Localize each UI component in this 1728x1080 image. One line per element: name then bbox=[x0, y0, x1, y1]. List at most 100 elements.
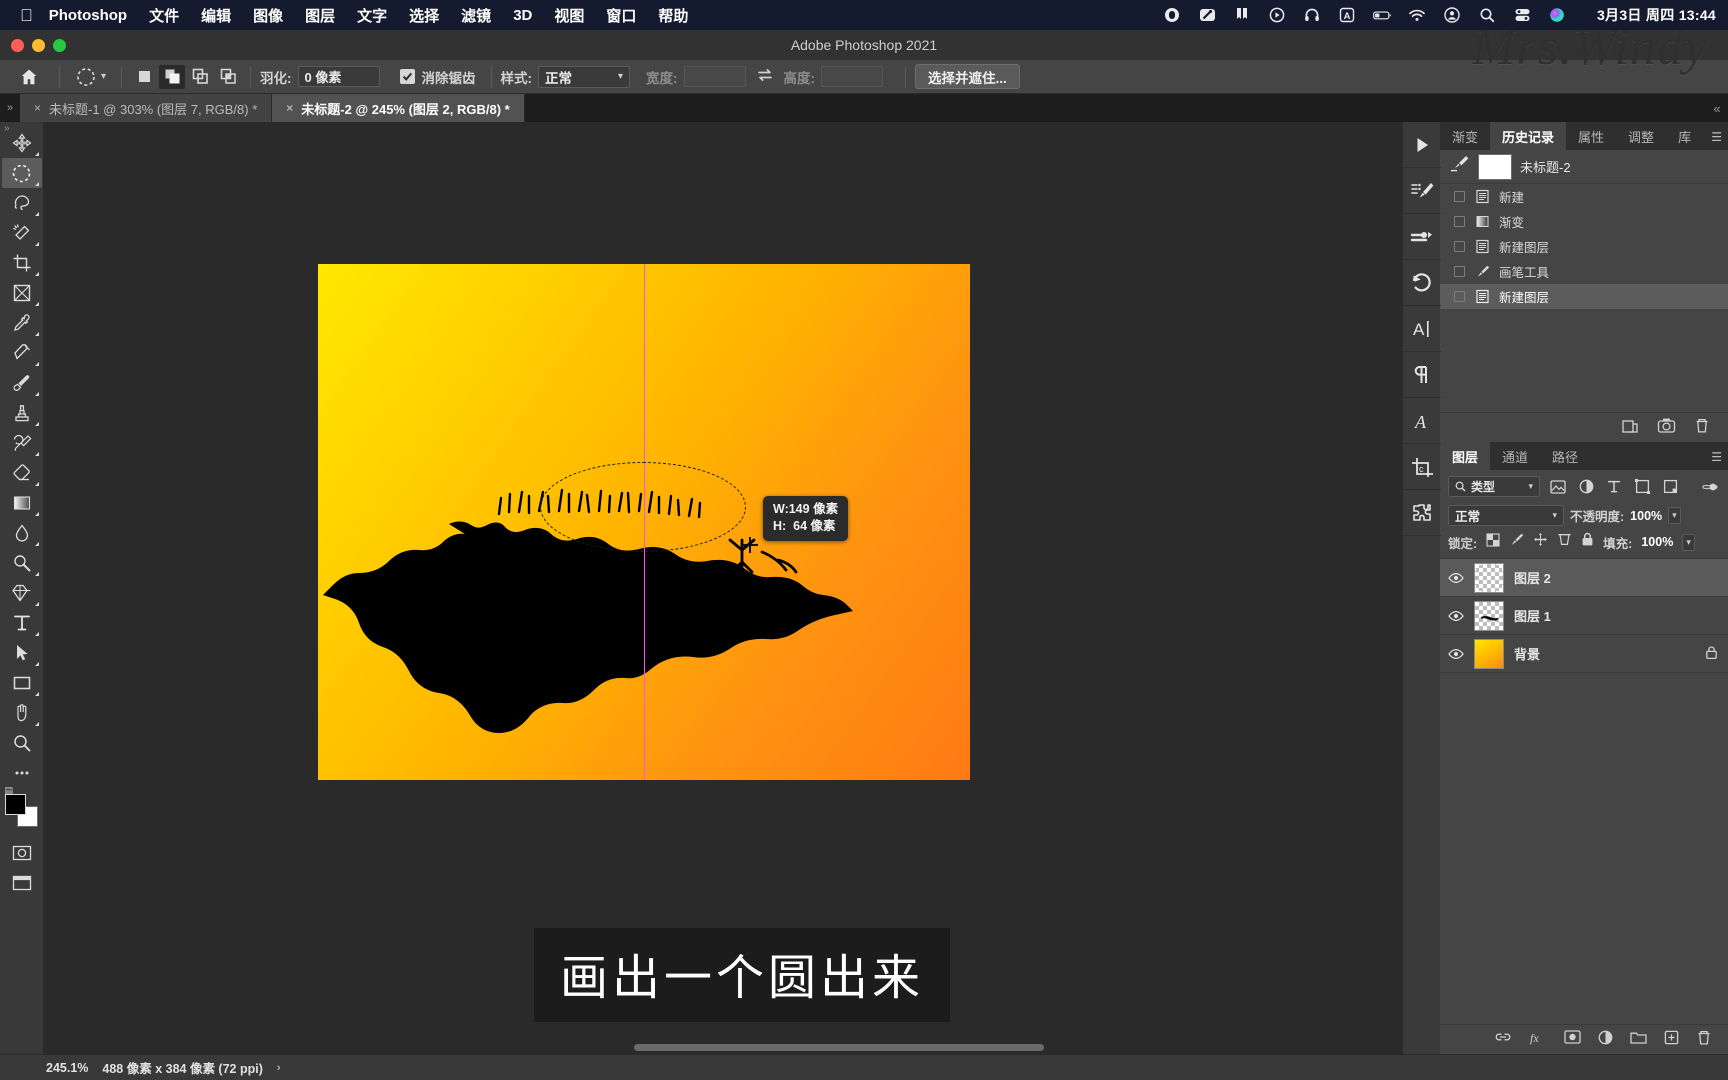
new-group-icon[interactable] bbox=[1630, 1030, 1647, 1049]
menu-item-layer[interactable]: 图层 bbox=[305, 5, 335, 26]
menu-item-type[interactable]: 文字 bbox=[357, 5, 387, 26]
menu-item-filter[interactable]: 滤镜 bbox=[461, 5, 491, 26]
history-state-row[interactable]: 画笔工具 bbox=[1440, 259, 1728, 284]
filter-smart-object-icon[interactable] bbox=[1660, 477, 1680, 497]
zoom-tool-icon[interactable] bbox=[2, 728, 42, 758]
puzzle-icon[interactable] bbox=[1402, 490, 1441, 536]
panel-tab-libraries[interactable]: 库 bbox=[1666, 122, 1704, 150]
opacity-stepper[interactable]: ▾ bbox=[1668, 507, 1681, 524]
link-layers-icon[interactable] bbox=[1494, 1030, 1512, 1049]
quick-selection-tool-icon[interactable] bbox=[2, 218, 42, 248]
menu-item-help[interactable]: 帮助 bbox=[658, 5, 688, 26]
filter-image-icon[interactable] bbox=[1548, 477, 1568, 497]
menu-item-file[interactable]: 文件 bbox=[149, 5, 179, 26]
elliptical-selection-marquee[interactable] bbox=[540, 462, 746, 552]
user-icon[interactable] bbox=[1443, 6, 1462, 25]
wifi-icon[interactable] bbox=[1408, 6, 1427, 25]
elliptical-marquee-tool-icon[interactable] bbox=[1, 158, 42, 188]
layer-thumbnail[interactable] bbox=[1474, 562, 1504, 593]
menu-item-view[interactable]: 视图 bbox=[554, 5, 584, 26]
history-brush-source-icon[interactable] bbox=[1450, 155, 1470, 178]
adjustment-layer-icon[interactable] bbox=[1598, 1030, 1613, 1050]
lock-all-icon[interactable] bbox=[1581, 532, 1594, 552]
filter-adjustment-icon[interactable] bbox=[1576, 477, 1596, 497]
filter-shape-icon[interactable] bbox=[1632, 477, 1652, 497]
height-input[interactable] bbox=[821, 66, 884, 87]
create-document-from-state-icon[interactable] bbox=[1621, 417, 1639, 439]
quick-mask-icon[interactable] bbox=[2, 838, 42, 868]
panel-tab-properties[interactable]: 属性 bbox=[1566, 122, 1617, 150]
status-expand-chevron-icon[interactable]: › bbox=[277, 1062, 281, 1074]
maximize-window-button[interactable] bbox=[53, 38, 66, 52]
panel-tab-history[interactable]: 历史记录 bbox=[1490, 122, 1567, 150]
history-snapshot-row[interactable]: 未标题-2 bbox=[1440, 150, 1728, 184]
menu-item-image[interactable]: 图像 bbox=[253, 5, 283, 26]
history-state-checkbox[interactable] bbox=[1454, 191, 1465, 202]
type-tool-icon[interactable] bbox=[2, 608, 42, 638]
record-icon[interactable] bbox=[1163, 6, 1182, 25]
delete-layer-icon[interactable] bbox=[1696, 1029, 1712, 1050]
foreground-color-swatch[interactable] bbox=[4, 794, 26, 815]
history-state-row[interactable]: 新建 bbox=[1440, 184, 1728, 209]
layer-thumbnail[interactable] bbox=[1474, 638, 1504, 669]
pen-tool-icon[interactable] bbox=[2, 578, 42, 608]
filter-type-icon[interactable] bbox=[1604, 477, 1624, 497]
hand-tool-icon[interactable] bbox=[2, 698, 42, 728]
history-state-row[interactable]: 渐变 bbox=[1440, 209, 1728, 234]
menu-item-window[interactable]: 窗口 bbox=[606, 5, 636, 26]
lock-transparency-icon[interactable] bbox=[1486, 532, 1500, 552]
search-icon[interactable] bbox=[1478, 6, 1497, 25]
layer-name[interactable]: 图层 1 bbox=[1514, 606, 1718, 625]
player-icon[interactable] bbox=[1268, 6, 1287, 25]
frame-tool-icon[interactable] bbox=[2, 278, 42, 308]
history-state-row[interactable]: 新建图层 bbox=[1440, 234, 1728, 259]
swap-icon[interactable] bbox=[756, 67, 774, 86]
canvas-workspace[interactable]: W:149 像素 H: 64 像素 画出一个圆出来 bbox=[44, 122, 1440, 1054]
antialias-checkbox[interactable] bbox=[399, 69, 415, 84]
filter-toggle-icon[interactable] bbox=[1700, 477, 1720, 497]
layer-visibility-eye-icon[interactable] bbox=[1448, 610, 1464, 622]
blur-tool-icon[interactable] bbox=[2, 518, 42, 548]
layer-name[interactable]: 图层 2 bbox=[1514, 568, 1718, 587]
play-actions-icon[interactable] bbox=[1402, 122, 1441, 168]
menu-item-3d[interactable]: 3D bbox=[513, 7, 532, 24]
layer-row-layer-2[interactable]: 图层 2 bbox=[1440, 559, 1728, 597]
history-state-checkbox[interactable] bbox=[1454, 216, 1465, 227]
paragraph-icon[interactable] bbox=[1402, 352, 1441, 398]
close-icon[interactable]: × bbox=[34, 101, 41, 115]
spot-healing-brush-tool-icon[interactable] bbox=[2, 338, 42, 368]
lock-position-icon[interactable] bbox=[1533, 532, 1548, 552]
layer-style-icon[interactable]: fx bbox=[1529, 1030, 1547, 1050]
history-state-checkbox[interactable] bbox=[1454, 266, 1465, 277]
home-icon[interactable] bbox=[8, 67, 50, 87]
glyphs-icon[interactable]: A bbox=[1402, 398, 1441, 444]
close-window-button[interactable] bbox=[11, 38, 24, 52]
style-select[interactable]: 正常 ▾ bbox=[538, 65, 631, 88]
control-center-icon[interactable] bbox=[1513, 6, 1532, 25]
new-layer-icon[interactable] bbox=[1664, 1030, 1679, 1050]
panel-tab-paths[interactable]: 路径 bbox=[1540, 442, 1591, 470]
tab-overflow-left-icon[interactable]: » bbox=[0, 94, 20, 122]
history-icon[interactable] bbox=[1402, 260, 1441, 306]
eraser-tool-icon[interactable] bbox=[2, 458, 42, 488]
panel-tab-adjustments[interactable]: 调整 bbox=[1616, 122, 1667, 150]
minimize-window-button[interactable] bbox=[32, 38, 45, 52]
panel-tab-channels[interactable]: 通道 bbox=[1490, 442, 1541, 470]
create-snapshot-icon[interactable] bbox=[1657, 417, 1676, 439]
subtract-from-selection-icon[interactable] bbox=[187, 65, 213, 89]
lock-image-icon[interactable] bbox=[1509, 532, 1524, 552]
input-source-icon[interactable]: A bbox=[1338, 6, 1357, 25]
blend-mode-select[interactable]: 正常 ▾ bbox=[1448, 505, 1564, 526]
color-swatches[interactable]: ▤ bbox=[4, 785, 39, 828]
brush-tool-icon[interactable] bbox=[2, 368, 42, 398]
layer-visibility-eye-icon[interactable] bbox=[1448, 648, 1464, 660]
fill-stepper[interactable]: ▾ bbox=[1682, 533, 1695, 551]
lasso-tool-icon[interactable] bbox=[2, 188, 42, 218]
panel-tab-layers[interactable]: 图层 bbox=[1440, 442, 1491, 470]
document-tab-untitled-1[interactable]: × 未标题-1 @ 303% (图层 7, RGB/8) * bbox=[20, 94, 273, 122]
more-tools-icon[interactable] bbox=[2, 758, 42, 788]
lock-artboard-icon[interactable] bbox=[1557, 532, 1572, 552]
gradient-tool-icon[interactable] bbox=[2, 488, 42, 518]
layer-name[interactable]: 背景 bbox=[1514, 644, 1695, 663]
document-canvas[interactable]: W:149 像素 H: 64 像素 bbox=[318, 264, 970, 780]
